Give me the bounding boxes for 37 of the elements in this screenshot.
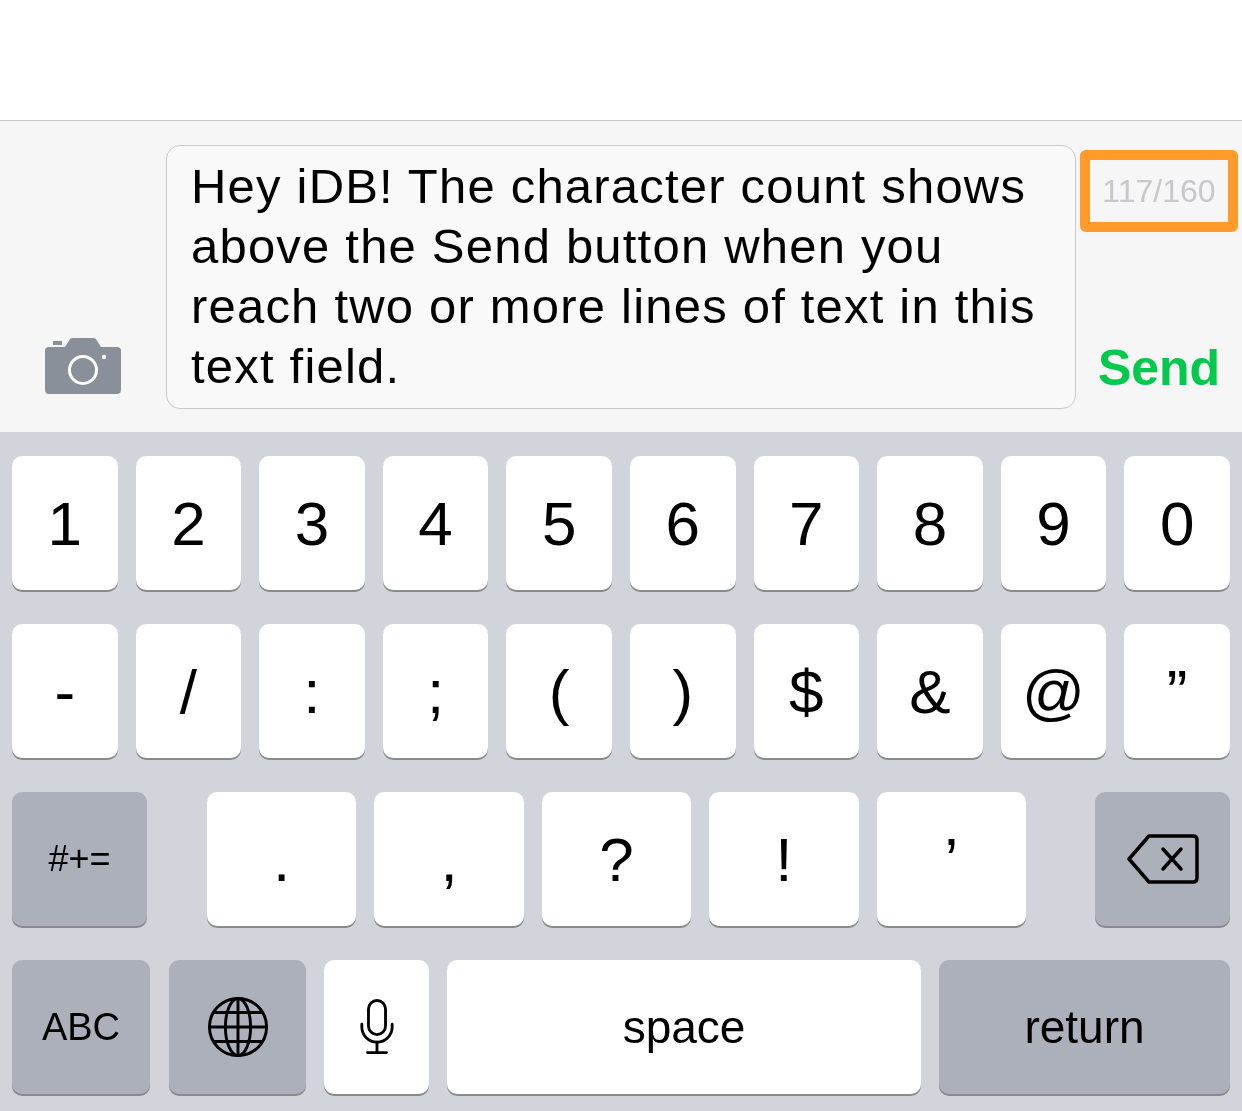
keyboard-key[interactable]: ! — [709, 792, 859, 926]
mode-key[interactable]: #+= — [12, 792, 147, 926]
keyboard-key[interactable]: - — [12, 624, 118, 758]
keyboard-key[interactable]: 3 — [259, 456, 365, 590]
backspace-icon — [1126, 834, 1199, 884]
keyboard-key[interactable]: . — [207, 792, 357, 926]
keyboard-key[interactable]: / — [135, 624, 242, 758]
globe-icon — [206, 996, 269, 1058]
mode-key[interactable]: ABC — [12, 960, 150, 1094]
keyboard-key[interactable]: 9 — [1000, 456, 1107, 590]
keyboard-key[interactable]: $ — [753, 624, 860, 758]
keyboard-key[interactable]: ’ — [876, 792, 1027, 926]
keyboard-key[interactable]: ” — [1124, 624, 1230, 758]
keyboard-key[interactable]: ; — [382, 624, 489, 758]
space-key[interactable]: space — [447, 960, 921, 1094]
keyboard-key[interactable]: 8 — [877, 456, 983, 590]
microphone-icon — [358, 998, 395, 1056]
keyboard-key[interactable]: 5 — [506, 456, 612, 590]
keyboard-key[interactable]: ( — [506, 624, 612, 758]
keyboard-key[interactable]: & — [877, 624, 983, 758]
keyboard-key[interactable]: 1 — [12, 456, 118, 590]
delete-key[interactable] — [1095, 792, 1231, 926]
globe-key[interactable] — [169, 960, 306, 1094]
camera-icon[interactable] — [45, 338, 121, 394]
keyboard-key[interactable]: 4 — [382, 456, 489, 590]
return-key[interactable]: return — [939, 960, 1230, 1094]
keyboard-key[interactable]: 6 — [629, 456, 736, 590]
keyboard-key[interactable]: 2 — [135, 456, 242, 590]
keyboard-key[interactable]: @ — [1000, 624, 1107, 758]
keyboard-key[interactable]: : — [259, 624, 365, 758]
message-field[interactable]: Hey iDB! The character count shows above the Send button when you reach two or more lines of text in this text field. — [166, 145, 1076, 409]
keyboard-key[interactable]: ) — [629, 624, 736, 758]
keyboard-key[interactable]: ? — [541, 792, 692, 926]
microphone-key[interactable] — [324, 960, 429, 1094]
keyboard-key[interactable]: 7 — [753, 456, 860, 590]
keyboard-key[interactable]: , — [374, 792, 524, 926]
keyboard-key[interactable]: 0 — [1124, 456, 1230, 590]
